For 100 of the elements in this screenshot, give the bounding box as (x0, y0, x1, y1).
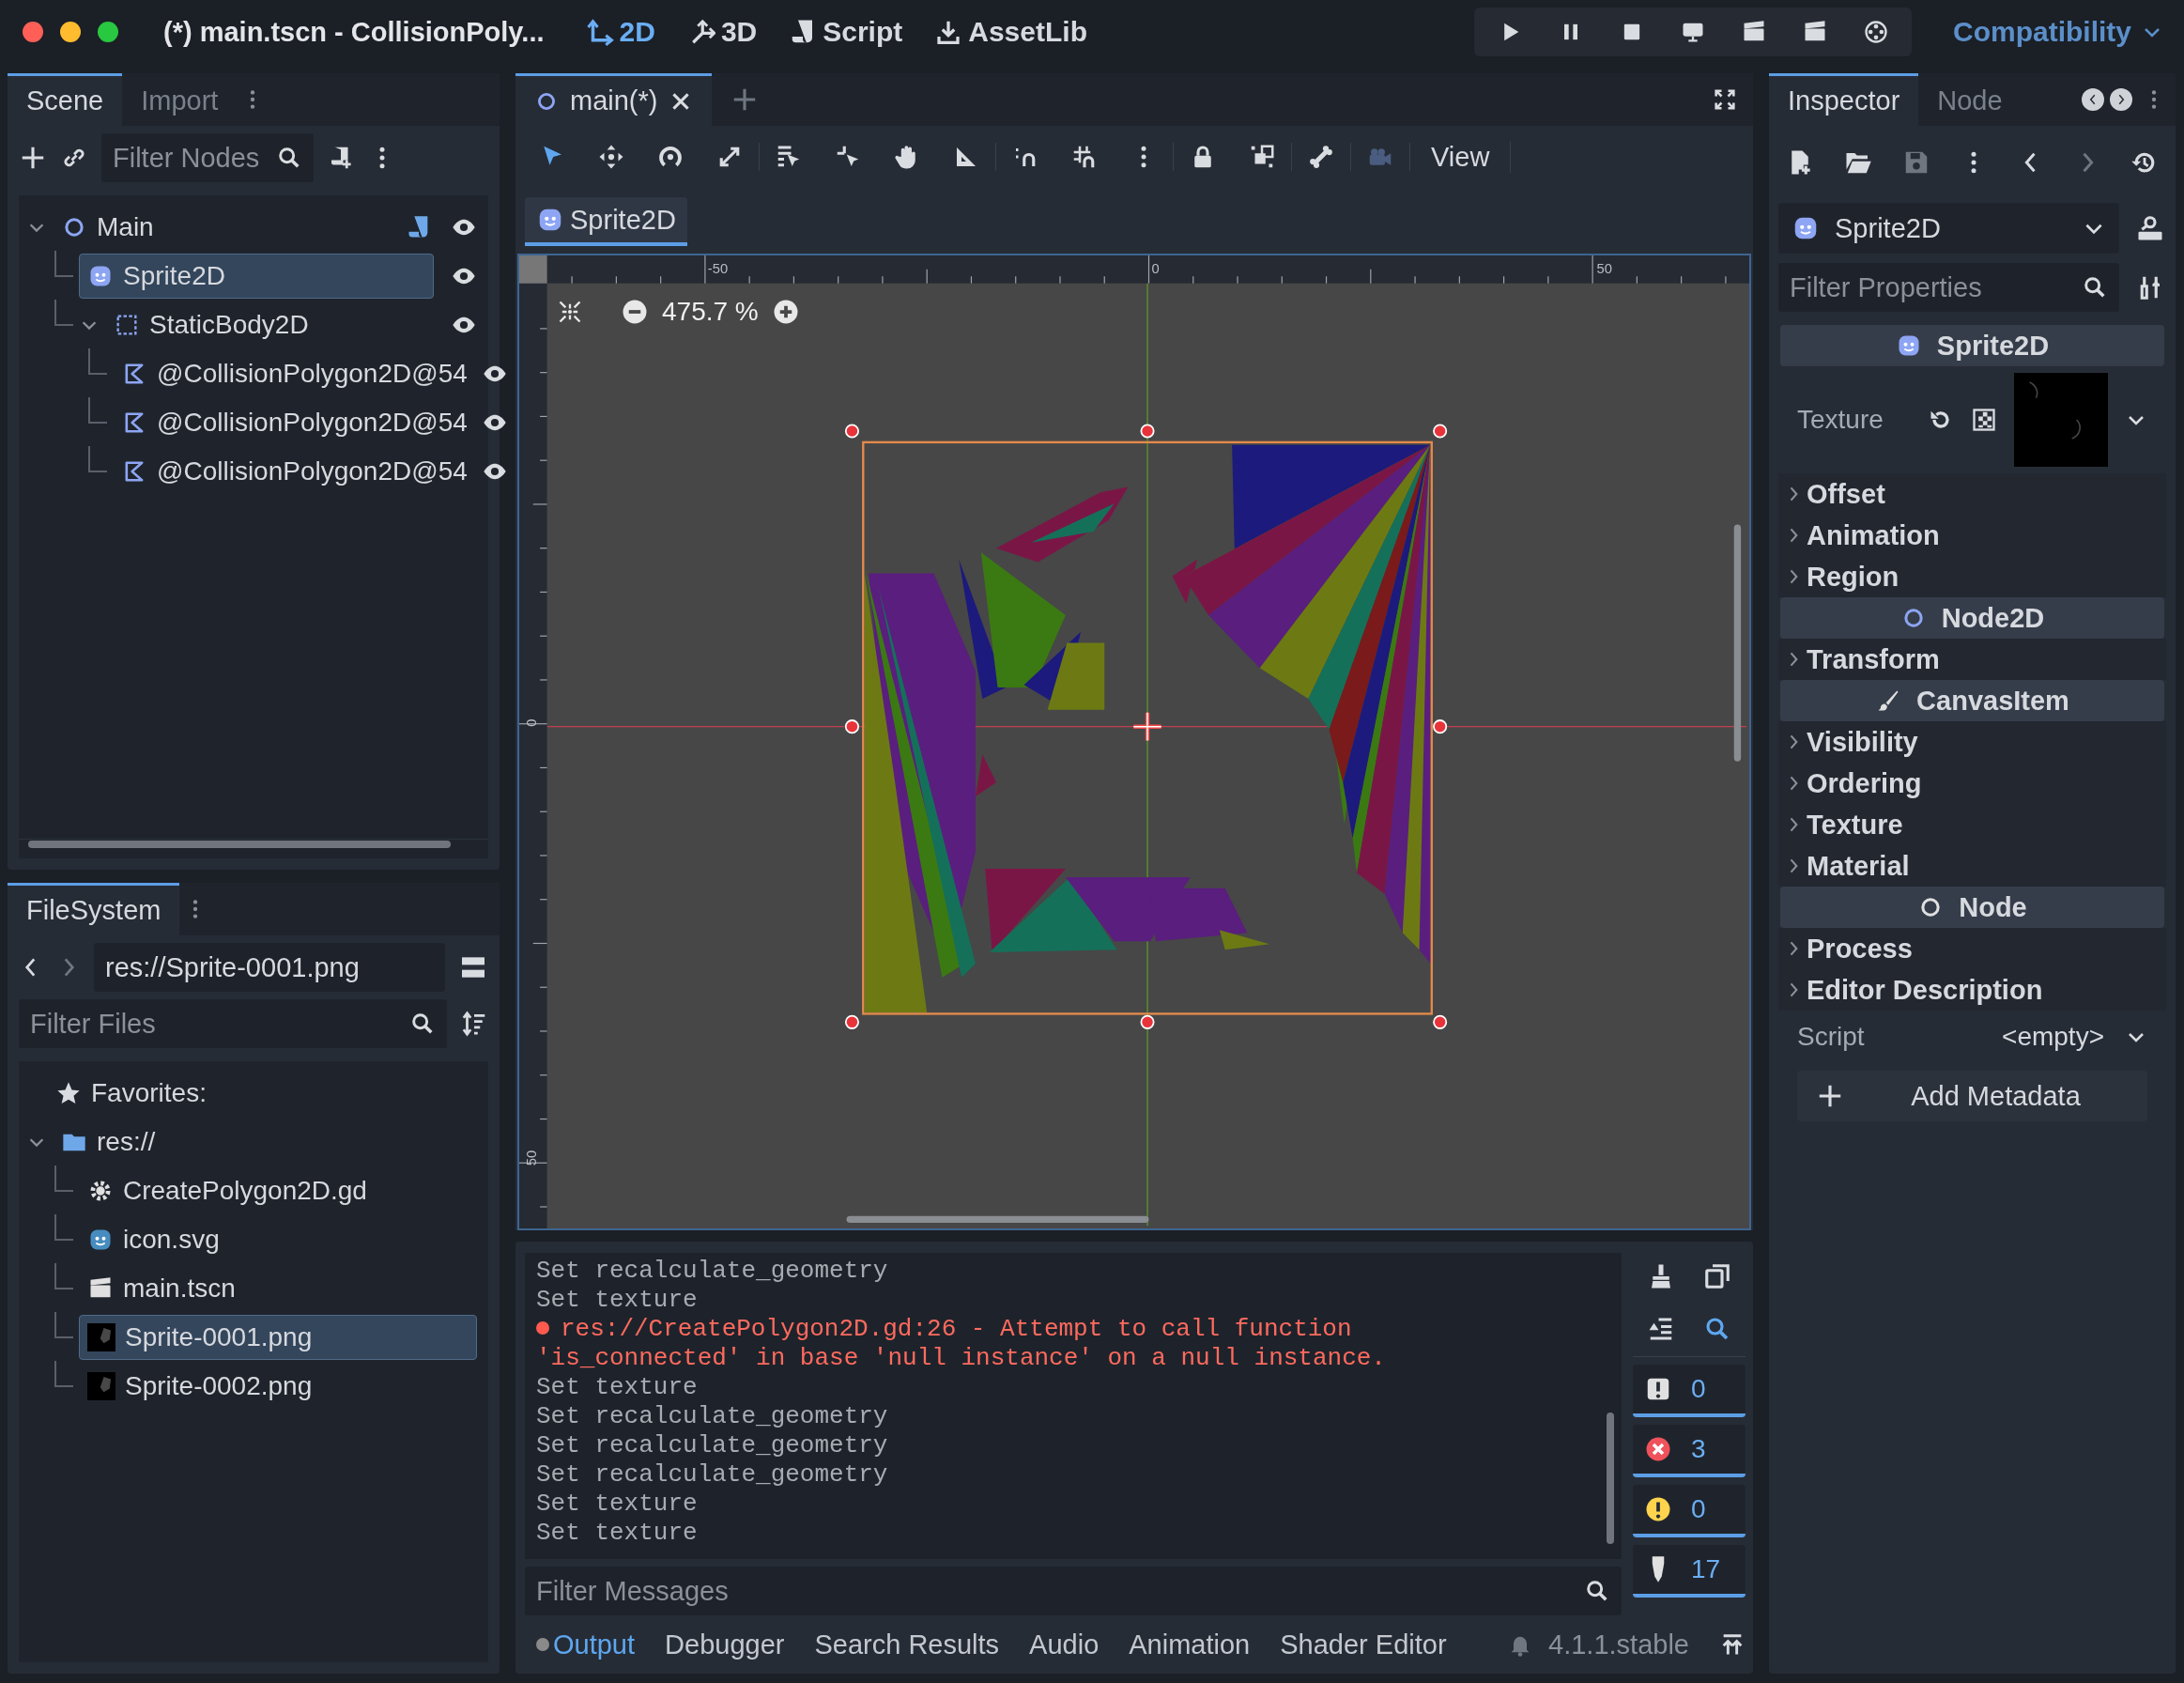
film-reel-icon[interactable] (1863, 19, 1889, 45)
property-group[interactable]: Texture (1778, 804, 2166, 845)
scrollbar[interactable] (28, 841, 451, 848)
filter-field[interactable]: Filter Properties (1778, 263, 2119, 312)
window-title: (*) main.tscn - CollisionPoly... (163, 16, 545, 48)
warning-icon (1644, 1495, 1672, 1523)
filter-toggle[interactable]: 17 (1633, 1545, 1746, 1598)
view-menu[interactable]: View (1410, 141, 1512, 173)
filter-field[interactable]: Filter Nodes (101, 133, 314, 182)
property-group[interactable]: Visibility (1778, 721, 2166, 763)
favorites-label: Favorites: (91, 1078, 207, 1108)
resize-handle[interactable] (1140, 1014, 1155, 1029)
property-group[interactable]: Ordering (1778, 763, 2166, 804)
dock-tab[interactable]: Scene (8, 73, 123, 126)
tree-line (88, 446, 107, 472)
path-field[interactable]: res://Sprite-0001.png (94, 943, 445, 992)
tree-item[interactable]: Main (53, 205, 162, 250)
log-line: Set texture (536, 1286, 698, 1314)
panel-tab[interactable]: Animation (1129, 1629, 1251, 1660)
property-group[interactable]: Process (1778, 928, 2166, 969)
filter-toggle[interactable]: 0 (1633, 1485, 1746, 1537)
file-item[interactable]: res:// (53, 1119, 164, 1165)
next-icon[interactable] (2110, 88, 2132, 111)
tree-line (54, 1263, 73, 1289)
resize-handle[interactable] (1433, 424, 1448, 439)
panel-tab[interactable]: Search Results (814, 1629, 1000, 1660)
window-minimize-button[interactable] (60, 22, 81, 42)
main-screen-tab[interactable]: 3D (683, 12, 761, 52)
bone-icon[interactable] (1307, 143, 1335, 171)
log-line: Set recalculate_geometry (536, 1460, 888, 1489)
property-group[interactable]: Transform (1778, 639, 2166, 680)
resize-handle[interactable] (844, 424, 859, 439)
file-item[interactable]: Sprite-0002.png (79, 1364, 477, 1409)
script-dropdown[interactable]: <empty> (2002, 1022, 2147, 1052)
zoom-level[interactable]: 475.7 % (662, 297, 759, 327)
renderer-dropdown[interactable]: Compatibility (1953, 16, 2163, 48)
tree-line (54, 1214, 73, 1241)
tree-item[interactable]: @CollisionPolygon2D@54 (113, 351, 476, 396)
move-icon[interactable] (597, 143, 625, 171)
resize-handle[interactable] (1140, 424, 1155, 439)
dock-tab[interactable]: Inspector (1769, 73, 1919, 126)
file-item[interactable]: main.tscn (79, 1266, 477, 1311)
texture-thumbnail[interactable] (2014, 373, 2108, 467)
previous-icon[interactable] (2082, 88, 2104, 111)
add-metadata-button[interactable]: Add Metadata (1797, 1071, 2147, 1121)
property-label: Script (1797, 1022, 1866, 1052)
error-icon (1644, 1435, 1672, 1463)
main-screen-tab[interactable]: Script (785, 12, 907, 52)
main-screen-tab[interactable]: AssetLib (931, 12, 1091, 52)
log-line: Set recalculate_geometry (536, 1431, 888, 1459)
tree-item[interactable]: Sprite2D (79, 254, 434, 299)
resize-handle[interactable] (1433, 1014, 1448, 1029)
resize-handle[interactable] (844, 719, 859, 734)
dock-tab[interactable]: Node (1918, 73, 2022, 126)
error-dot-icon (536, 1321, 549, 1335)
filter-toggle[interactable]: 0 (1633, 1365, 1746, 1417)
file-item[interactable]: CreatePolygon2D.gd (79, 1168, 477, 1213)
pivot-cross-icon (1131, 710, 1163, 743)
panel-tab[interactable]: Debugger (665, 1629, 785, 1660)
file-item[interactable]: icon.svg (79, 1217, 477, 1262)
dock-tab[interactable]: Import (122, 73, 238, 126)
checkerboard-icon[interactable] (1971, 407, 1997, 433)
tree-line (88, 348, 107, 375)
tree-item[interactable]: @CollisionPolygon2D@54 (113, 449, 476, 494)
property-group[interactable]: Offset (1778, 473, 2166, 515)
tree-item[interactable]: StaticBody2D (105, 302, 317, 347)
panel-tab[interactable]: Shader Editor (1280, 1629, 1447, 1660)
ruler-label: 0 (523, 718, 539, 727)
panel-tab[interactable]: Audio (1029, 1629, 1100, 1660)
filter-field[interactable]: Filter Messages (525, 1567, 1622, 1615)
scrollbar[interactable] (1607, 1413, 1614, 1544)
property-group[interactable]: Editor Description (1778, 969, 2166, 1011)
property-group[interactable]: Region (1778, 556, 2166, 597)
file-item[interactable]: Sprite-0001.png (79, 1315, 477, 1360)
filter-toggle[interactable]: 3 (1633, 1425, 1746, 1477)
resize-handle[interactable] (1433, 719, 1448, 734)
object-selector[interactable]: Sprite2D (1778, 203, 2119, 254)
selection-tab[interactable]: Sprite2D (525, 197, 687, 246)
window-maximize-button[interactable] (98, 22, 118, 42)
filter-field[interactable]: Filter Files (19, 999, 447, 1048)
main-screen-tab[interactable]: 2D (581, 12, 659, 52)
zoom-out-icon[interactable] (621, 298, 649, 326)
property-group[interactable]: Animation (1778, 515, 2166, 556)
resize-handle[interactable] (844, 1014, 859, 1029)
fullscreen-icon[interactable] (1712, 86, 1738, 113)
property-group[interactable]: Material (1778, 845, 2166, 887)
category-title: Sprite2D (1936, 330, 2050, 362)
panel-tab[interactable]: Output (536, 1629, 636, 1660)
category-title: CanvasItem (1916, 685, 2069, 717)
center-view-icon[interactable] (557, 299, 583, 325)
scrollbar[interactable] (1733, 524, 1742, 762)
scrollbar[interactable] (846, 1215, 1149, 1224)
ruler-label: 50 (1596, 261, 1612, 277)
copy-icon[interactable] (1703, 1262, 1731, 1290)
dock-tab[interactable]: FileSystem (8, 883, 180, 935)
ruler-label: 50 (523, 1150, 539, 1166)
tree-item[interactable]: @CollisionPolygon2D@54 (113, 400, 476, 445)
window-close-button[interactable] (23, 22, 43, 42)
version-label: 4.1.1.stable (1548, 1629, 1689, 1660)
editor-tab[interactable]: main(*) (515, 73, 713, 126)
